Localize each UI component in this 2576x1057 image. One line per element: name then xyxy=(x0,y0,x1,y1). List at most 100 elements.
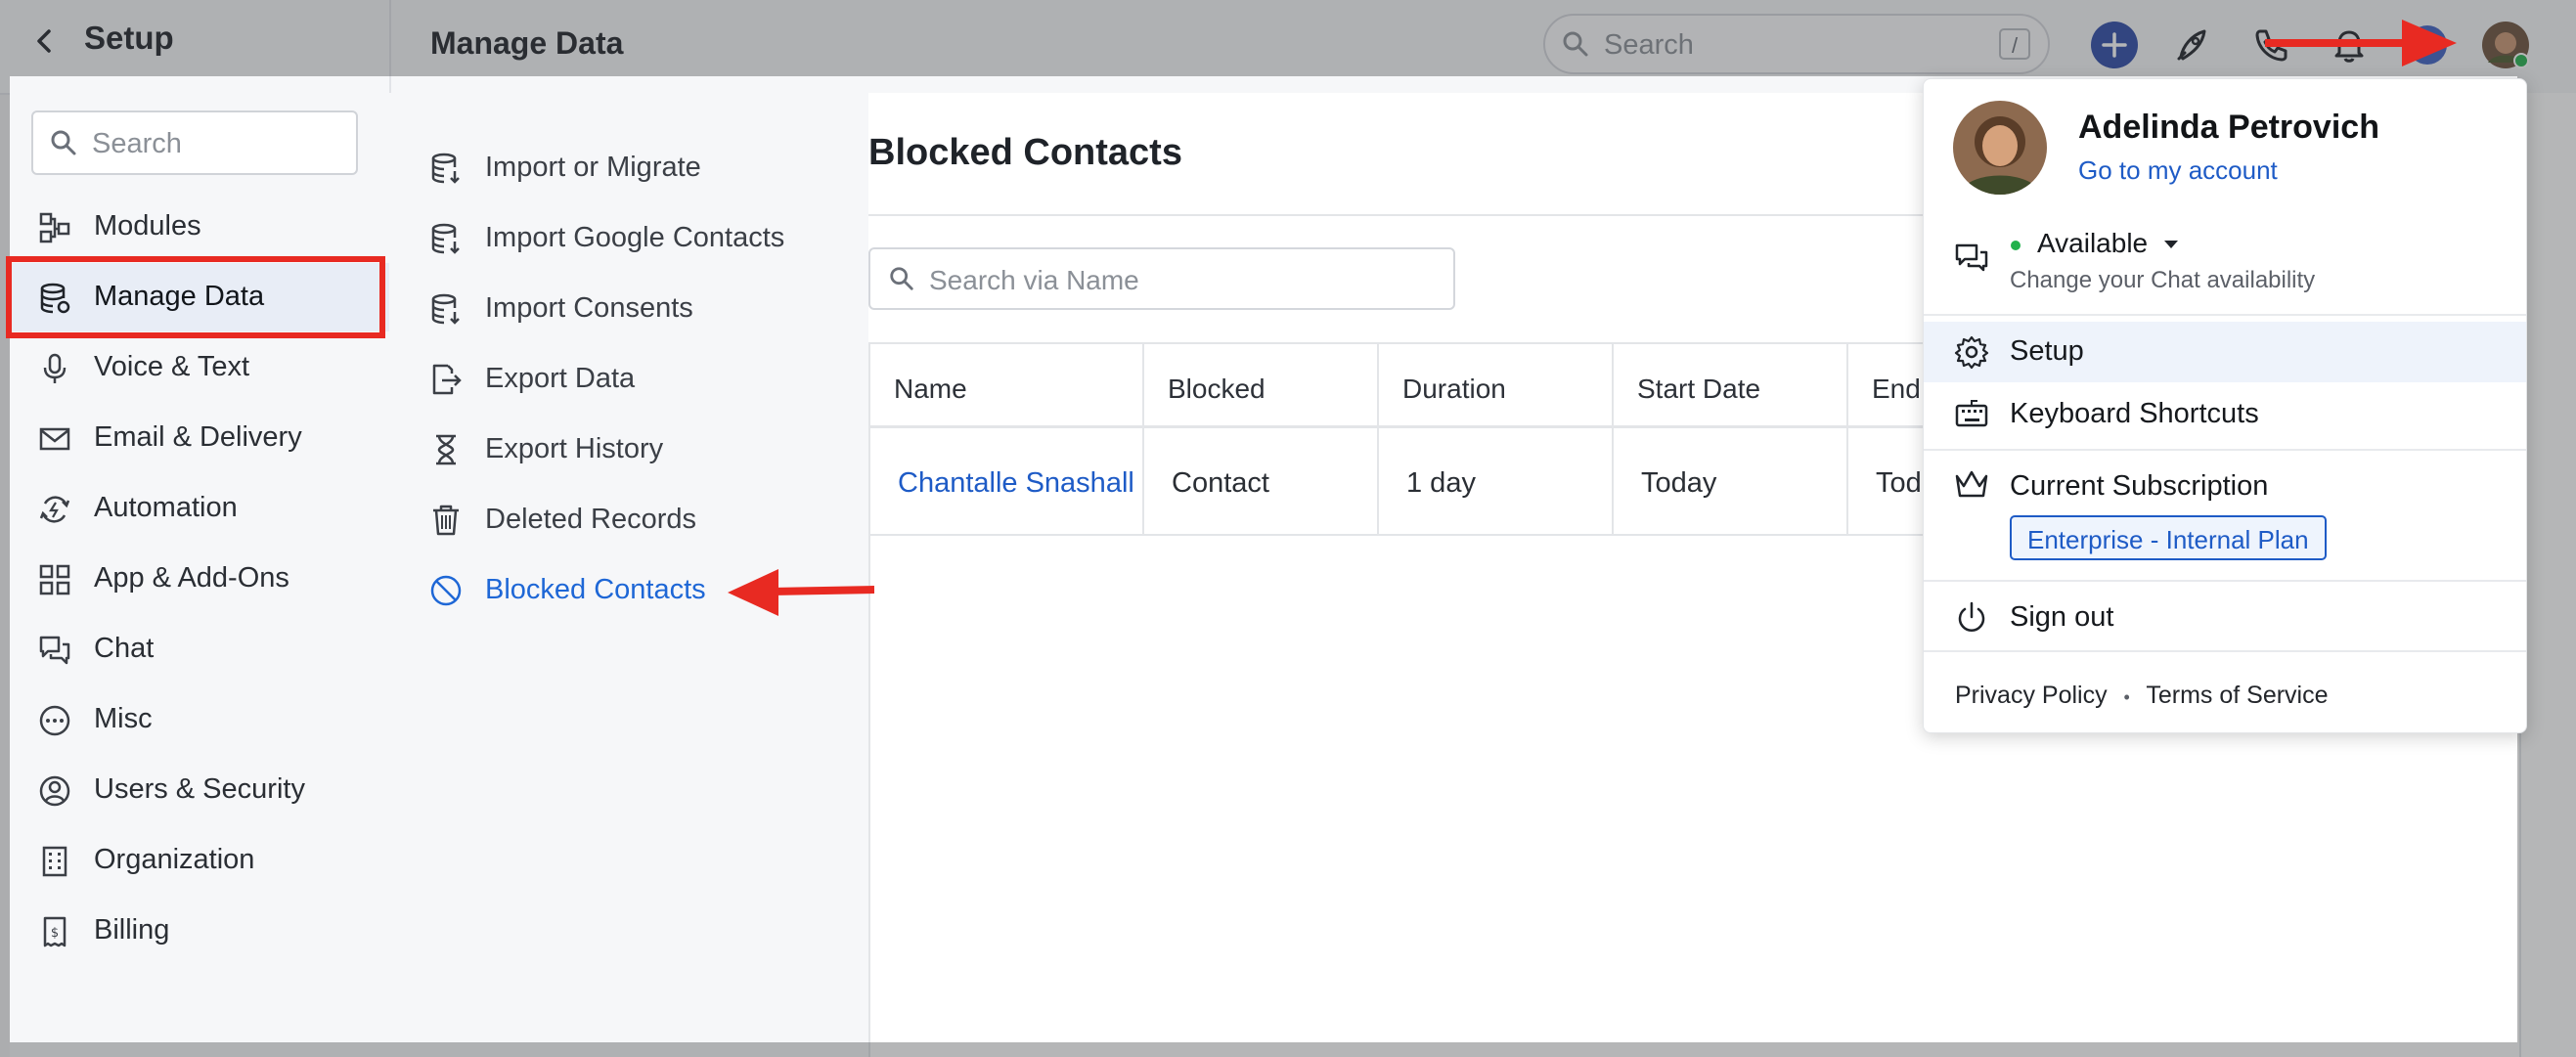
sidebar-item-label: Automation xyxy=(94,492,238,523)
search-icon xyxy=(51,130,76,155)
name-search-input[interactable]: Search via Name xyxy=(868,247,1455,310)
status-label: Available xyxy=(2037,228,2149,258)
submenu-item-import-consents[interactable]: Import Consents xyxy=(389,275,868,343)
submenu-item-import-migrate[interactable]: Import or Migrate xyxy=(389,134,868,202)
sidebar-item-label: Billing xyxy=(94,914,170,946)
submenu-item-label: Import or Migrate xyxy=(485,152,701,183)
export-icon xyxy=(432,364,462,395)
main-title: Blocked Contacts xyxy=(868,132,1182,173)
sidebar-item-label: Misc xyxy=(94,703,153,734)
table-cell-blocked: Contact xyxy=(1144,428,1379,536)
search-icon xyxy=(890,267,913,290)
plan-badge[interactable]: Enterprise - Internal Plan xyxy=(2010,515,2327,560)
sidebar-item-label: Organization xyxy=(94,844,255,875)
overlay-dim xyxy=(0,0,2576,76)
table-cell-start-date: Today xyxy=(1614,428,1848,536)
link-separator: • xyxy=(2123,687,2130,707)
sidebar-item-misc[interactable]: Misc xyxy=(10,685,389,754)
sidebar-item-label: Chat xyxy=(94,633,155,664)
sidebar-item-label: Modules xyxy=(94,210,201,242)
sidebar-item-organization[interactable]: Organization xyxy=(10,826,389,895)
menu-divider xyxy=(1924,650,2526,652)
receipt-icon: $ xyxy=(43,916,67,947)
menu-divider xyxy=(1924,449,2526,451)
menu-divider xyxy=(1924,580,2526,582)
automation-icon xyxy=(39,496,70,523)
menu-item-label: Setup xyxy=(2010,335,2084,367)
sidebar-item-chat[interactable]: Chat xyxy=(10,615,389,683)
sidebar-item-users-security[interactable]: Users & Security xyxy=(10,756,389,824)
highlight-box xyxy=(6,256,385,338)
column-header-blocked[interactable]: Blocked xyxy=(1144,344,1379,428)
sidebar-item-label: Voice & Text xyxy=(94,351,250,382)
crown-icon xyxy=(1955,470,1988,498)
database-import-icon xyxy=(431,153,460,184)
chat-availability-row[interactable]: Available Change your Chat availability xyxy=(1924,226,2526,304)
terms-of-service-link[interactable]: Terms of Service xyxy=(2146,682,2328,709)
submenu-item-export-history[interactable]: Export History xyxy=(389,416,868,484)
submenu-item-label: Import Consents xyxy=(485,292,693,324)
microphone-icon xyxy=(43,353,67,383)
name-search-placeholder: Search via Name xyxy=(929,265,1139,295)
sidebar-item-voice-text[interactable]: Voice & Text xyxy=(10,333,389,402)
submenu-item-import-google-contacts[interactable]: Import Google Contacts xyxy=(389,204,868,273)
menu-item-label: Current Subscription xyxy=(2010,470,2269,502)
trash-icon xyxy=(433,505,459,536)
menu-divider xyxy=(1924,314,2526,316)
column-header-start-date[interactable]: Start Date xyxy=(1614,344,1848,428)
overlay-dim xyxy=(10,1042,2576,1057)
table-cell-name[interactable]: Chantalle Snashall xyxy=(870,428,1144,536)
svg-text:$: $ xyxy=(51,926,59,941)
sidebar-item-billing[interactable]: $ Billing xyxy=(10,897,389,965)
submenu-item-label: Export Data xyxy=(485,363,636,394)
apps-grid-icon xyxy=(39,564,70,595)
sidebar-item-label: Users & Security xyxy=(94,773,305,805)
column-header-duration[interactable]: Duration xyxy=(1379,344,1614,428)
submenu-item-label: Import Google Contacts xyxy=(485,222,785,253)
sidebar-item-email-delivery[interactable]: Email & Delivery xyxy=(10,404,389,472)
menu-item-label: Sign out xyxy=(2010,601,2114,633)
menu-item-current-subscription[interactable]: Current Subscription xyxy=(1924,457,2526,515)
gear-icon xyxy=(1954,335,1989,370)
account-menu: Adelinda Petrovich Go to my account Avai… xyxy=(1923,78,2527,733)
sidebar-item-label: App & Add-Ons xyxy=(94,562,289,594)
power-icon xyxy=(1958,601,1985,632)
more-icon xyxy=(39,705,70,736)
privacy-policy-link[interactable]: Privacy Policy xyxy=(1955,682,2108,709)
menu-item-keyboard-shortcuts[interactable]: Keyboard Shortcuts xyxy=(1924,384,2526,445)
database-import-icon xyxy=(431,223,460,254)
menu-item-setup[interactable]: Setup xyxy=(1924,322,2526,382)
caret-down-icon[interactable] xyxy=(2162,238,2180,251)
setup-sidebar: Search Modules Manage Data Voice & Text … xyxy=(10,93,391,1057)
chat-status-icon xyxy=(1955,243,1988,272)
table-cell-duration: 1 day xyxy=(1379,428,1614,536)
submenu-item-export-data[interactable]: Export Data xyxy=(389,345,868,414)
sidebar-item-app-addons[interactable]: App & Add-Ons xyxy=(10,545,389,613)
online-status-dot xyxy=(2011,241,2021,250)
sidebar-search-input[interactable]: Search xyxy=(31,110,358,175)
sidebar-item-automation[interactable]: Automation xyxy=(10,474,389,543)
modules-icon xyxy=(39,212,70,243)
column-header-name[interactable]: Name xyxy=(870,344,1144,428)
submenu-item-label: Deleted Records xyxy=(485,504,696,535)
menu-item-sign-out[interactable]: Sign out xyxy=(1924,588,2526,648)
overlay-dim xyxy=(0,76,10,1057)
profile-avatar xyxy=(1953,101,2047,195)
status-hint: Change your Chat availability xyxy=(2010,267,2316,293)
sidebar-search-placeholder: Search xyxy=(92,128,182,159)
building-icon xyxy=(42,846,67,877)
user-name: Adelinda Petrovich xyxy=(2078,109,2379,146)
chat-icon xyxy=(39,636,70,665)
submenu-item-deleted-records[interactable]: Deleted Records xyxy=(389,486,868,554)
submenu-item-label: Blocked Contacts xyxy=(485,574,706,605)
sidebar-item-modules[interactable]: Modules xyxy=(10,193,389,261)
user-circle-icon xyxy=(39,775,70,807)
envelope-icon xyxy=(39,427,70,451)
hourglass-icon xyxy=(436,434,456,465)
menu-item-label: Keyboard Shortcuts xyxy=(2010,398,2259,429)
arrow-annotation-left xyxy=(728,569,874,616)
blocked-icon xyxy=(430,575,462,606)
footer-links: Privacy Policy • Terms of Service xyxy=(1955,682,2329,710)
go-to-account-link[interactable]: Go to my account xyxy=(2078,155,2278,186)
sidebar-item-label: Email & Delivery xyxy=(94,421,302,453)
